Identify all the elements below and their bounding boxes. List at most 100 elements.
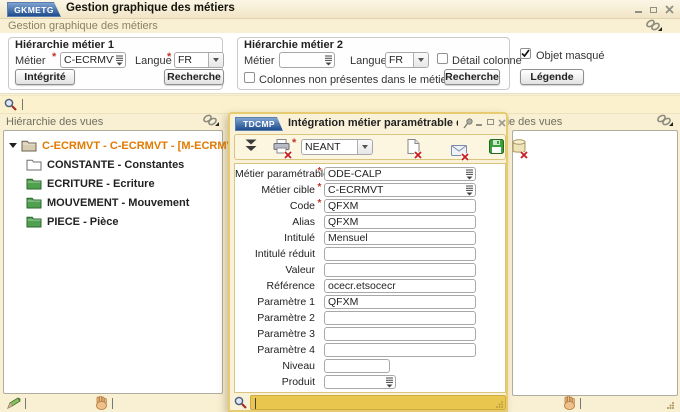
text-cursor xyxy=(112,398,113,409)
tree-item[interactable]: MOUVEMENT - Mouvement xyxy=(4,193,222,212)
form-field-input[interactable]: QFXM xyxy=(324,215,476,229)
form-field-input[interactable]: Mensuel xyxy=(324,231,476,245)
chevron-down-icon[interactable] xyxy=(413,53,428,67)
objet-masque-label: Objet masqué xyxy=(536,50,604,62)
form-field-input[interactable]: ocecr.etsocecr xyxy=(324,279,476,293)
resize-grip[interactable] xyxy=(496,400,504,408)
dialog-search-field[interactable] xyxy=(250,395,506,410)
pin-icon[interactable] xyxy=(463,118,473,129)
form-field-label: Intitulé réduit xyxy=(235,248,315,260)
green-folder-icon xyxy=(26,196,42,209)
form-field-input[interactable] xyxy=(324,327,476,341)
dialog-code: TDCMP xyxy=(243,119,275,129)
form-field-input[interactable] xyxy=(324,359,390,373)
legende-button[interactable]: Légende xyxy=(520,69,584,85)
form-field-row: Métier paramétrable*ODE-CALP xyxy=(235,167,505,181)
colonnes-checkbox[interactable] xyxy=(244,72,255,83)
expander-icon[interactable] xyxy=(9,143,17,148)
tree-item[interactable]: ECRITURE - Ecriture xyxy=(4,174,222,193)
tree-item-label: PIECE - Pièce xyxy=(47,216,119,228)
maximize-icon[interactable] xyxy=(650,7,657,13)
list-spinner-icon[interactable] xyxy=(384,376,395,388)
list-spinner-icon[interactable] xyxy=(323,53,334,67)
minimize-icon[interactable] xyxy=(476,119,482,126)
langue-select[interactable]: FR xyxy=(174,52,224,68)
window-code-tab: GKMETG xyxy=(7,2,61,17)
form-field-row: Code*QFXM xyxy=(235,199,505,213)
tree-item[interactable]: CONSTANTE - Constantes xyxy=(4,155,222,174)
tree-item-label: CONSTANTE - Constantes xyxy=(47,159,184,171)
form-field-row: Produit xyxy=(235,375,505,389)
tree-root-item[interactable]: C-ECRMVT - C-ECRMVT - [M-ECRMVT] xyxy=(4,136,222,155)
form-field-label: Référence xyxy=(235,280,315,292)
chevron-down-icon[interactable] xyxy=(208,53,223,67)
form-field-input[interactable] xyxy=(324,343,476,357)
recherche-button[interactable]: Recherche xyxy=(164,69,224,85)
dialog-statusbar xyxy=(234,395,506,410)
form-field-input[interactable]: ODE-CALP xyxy=(324,167,476,181)
resize-grip[interactable] xyxy=(666,401,675,410)
form-field-label: Paramètre 2 xyxy=(235,312,315,324)
detail-colonne-checkbox[interactable] xyxy=(437,53,448,64)
required-marker: * xyxy=(315,199,324,209)
green-folder-icon xyxy=(26,215,42,228)
left-panel-title: Hiérarchie des vues xyxy=(6,116,103,128)
save-icon[interactable] xyxy=(489,139,504,154)
link-icon[interactable] xyxy=(645,19,662,32)
form-field-row: Paramètre 1QFXM xyxy=(235,295,505,309)
toolbar-select[interactable]: NEANT xyxy=(301,139,373,155)
required-marker: * xyxy=(315,183,324,193)
maximize-icon[interactable] xyxy=(487,119,494,125)
hand-icon[interactable] xyxy=(562,396,576,410)
pencil-icon[interactable] xyxy=(6,397,21,410)
chevrons-down-icon[interactable] xyxy=(245,139,257,152)
tree-item-label: ECRITURE - Ecriture xyxy=(47,178,155,190)
form-field-row: Niveau xyxy=(235,359,505,373)
database-delete-icon[interactable] xyxy=(512,139,526,157)
tree-item[interactable]: PIECE - Pièce xyxy=(4,212,222,231)
list-spinner-icon[interactable] xyxy=(464,168,475,180)
close-icon[interactable] xyxy=(665,5,674,14)
form-field-input[interactable]: C-ECRMVT xyxy=(324,183,476,197)
search-icon[interactable] xyxy=(4,98,17,111)
colonnes-label: Colonnes non présentes dans le métie... xyxy=(259,74,456,86)
form-field-input[interactable] xyxy=(324,311,476,325)
record-delete-icon[interactable] xyxy=(407,139,420,157)
objet-masque-checkbox[interactable] xyxy=(520,48,531,59)
form-field-label: Métier cible xyxy=(235,184,315,196)
recherche-button[interactable]: Recherche xyxy=(444,69,500,85)
minimize-icon[interactable] xyxy=(635,6,642,13)
list-spinner-icon[interactable] xyxy=(114,53,125,67)
form-field-input[interactable] xyxy=(324,263,476,277)
detail-colonne-label: Détail colonne xyxy=(452,55,522,67)
form-field-input[interactable] xyxy=(324,247,476,261)
metier-combo[interactable] xyxy=(279,52,335,68)
text-cursor[interactable] xyxy=(22,99,23,110)
link-icon[interactable] xyxy=(202,114,219,127)
search-icon[interactable] xyxy=(234,396,247,409)
hierarchy-tree: C-ECRMVT - C-ECRMVT - [M-ECRMVT] CONSTAN… xyxy=(3,130,223,394)
mail-delete-icon[interactable] xyxy=(451,145,467,159)
form-field-label: Produit xyxy=(235,376,315,388)
form-field-input[interactable]: QFXM xyxy=(324,199,476,213)
hand-icon[interactable] xyxy=(94,396,108,410)
link-icon[interactable] xyxy=(656,114,673,127)
langue-select[interactable]: FR xyxy=(385,52,429,68)
breadcrumb: Gestion graphique des métiers xyxy=(8,20,158,32)
form-field-row: Paramètre 4 xyxy=(235,343,505,357)
form-field-input[interactable]: QFXM xyxy=(324,295,476,309)
dialog-code-tab: TDCMP xyxy=(235,117,283,131)
integrite-button[interactable]: Intégrité xyxy=(15,69,75,85)
form-field-row: Intitulé réduit xyxy=(235,247,505,261)
text-cursor xyxy=(580,398,581,409)
list-spinner-icon[interactable] xyxy=(464,184,475,196)
form-field-input[interactable] xyxy=(324,375,396,389)
metier-combo[interactable]: C-ECRMVT xyxy=(60,52,126,68)
window-code: GKMETG xyxy=(14,5,54,15)
form-field-row: Paramètre 3 xyxy=(235,327,505,341)
close-icon[interactable] xyxy=(498,119,506,127)
chevron-down-icon[interactable] xyxy=(357,140,372,154)
application-window: GKMETG Gestion graphique des métiers Ges… xyxy=(0,0,680,412)
form-field-label: Intitulé xyxy=(235,232,315,244)
print-delete-icon[interactable] xyxy=(273,139,290,157)
